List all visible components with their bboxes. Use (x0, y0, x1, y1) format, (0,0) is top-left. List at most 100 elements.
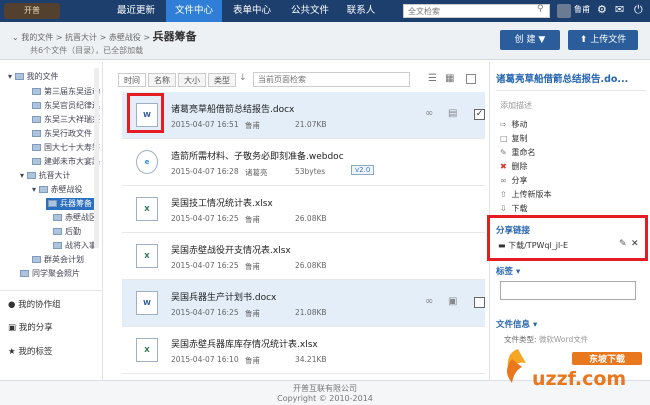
nav-my-share[interactable]: ▣ 我的分享 (8, 321, 53, 333)
tree-item[interactable]: ▾ 赤壁战役 (32, 184, 83, 196)
file-name[interactable]: 吴国兵器生产计划书.docx (171, 290, 276, 303)
tree-item[interactable]: 第三届东吴运动 (32, 86, 100, 98)
tree-item[interactable]: ▾ 抗晋大计 (20, 170, 71, 182)
select-all-checkbox[interactable] (466, 74, 476, 84)
detail-file-title: 诸葛亮草船借箭总结报告.do... (496, 74, 629, 85)
page-title: 兵器筹备 (152, 30, 197, 43)
folder-icon (32, 130, 41, 137)
action-move[interactable]: ⇨ 移动 (500, 119, 528, 130)
tree-item-selected[interactable]: 兵器筹备 (46, 198, 94, 210)
tree-item[interactable]: 群英会计划 (32, 254, 84, 266)
mail-icon[interactable]: ✉ (615, 3, 624, 16)
excel-file-icon: X (136, 338, 158, 362)
tree-item[interactable]: 战将入事 (53, 240, 97, 252)
folder-icon (48, 200, 57, 207)
breadcrumb-bar: ⌄ 我的文件 > 抗晋大计 > 赤壁战役 > 兵器筹备 共6个文件（目录），已全… (0, 22, 650, 60)
nav-form-center[interactable]: 表单中心 (224, 0, 280, 22)
nav-file-center[interactable]: 文件中心 (166, 0, 222, 22)
folder-icon (38, 186, 48, 193)
nav-public-files[interactable]: 公共文件 (282, 0, 338, 22)
nav-my-tags[interactable]: ★ 我的标签 (8, 345, 52, 357)
file-info-heading[interactable]: 文件信息 ▾ (496, 318, 537, 330)
file-name[interactable]: 诸葛亮草船借箭总结报告.docx (171, 102, 294, 115)
folder-tree: ▾ 我的文件 第三届东吴运动 东吴官员纪律巡 东吴三大祥瑞兴 东吴行政文件 国大… (0, 62, 103, 380)
nav-collab-group[interactable]: ● 我的协作组 (8, 298, 61, 310)
folder-icon (32, 158, 41, 165)
comment-icon[interactable]: ▣ (448, 296, 457, 307)
tab-sort-name[interactable]: 名称 (148, 73, 176, 87)
file-row[interactable]: X 吴国赤壁兵器库库存情况统计表.xlsx 2015-04-07 16:10 鲁… (122, 327, 485, 374)
tree-item[interactable]: 赤壁战区 (53, 212, 97, 224)
tab-sort-size[interactable]: 大小 (178, 73, 206, 87)
history-icon[interactable]: ▤ (448, 108, 457, 119)
chevron-down-icon[interactable]: ⌄ (12, 33, 19, 42)
file-size: 53bytes (295, 167, 326, 176)
gear-icon[interactable]: ⚙ (597, 3, 607, 16)
file-name[interactable]: 吴国赤壁兵器库库存情况统计表.xlsx (171, 337, 318, 350)
global-search-input[interactable] (403, 4, 550, 18)
tree-item[interactable]: 同学聚会照片 (20, 268, 80, 280)
tree-item[interactable]: 东吴官员纪律巡 (32, 100, 100, 112)
row-checkbox[interactable]: ✓ (474, 109, 485, 120)
tree-item[interactable]: 东吴行政文件 (32, 128, 92, 140)
file-row[interactable]: W 吴国兵器生产计划书.docx 2015-04-07 16:25 鲁甫 21.… (122, 280, 485, 327)
tree-item[interactable]: 国大七十大寿筹 (32, 142, 100, 154)
file-row[interactable]: X 吴国赤壁战役开支情况表.xlsx 2015-04-07 16:25 鲁甫 2… (122, 233, 485, 280)
grid-view-icon[interactable]: ▦ (445, 73, 454, 84)
tree-item[interactable]: 后勤 (53, 226, 81, 238)
list-view-icon[interactable]: ☰ (428, 73, 437, 84)
file-size: 21.07KB (295, 120, 327, 129)
file-name[interactable]: 吴国赤壁战役开支情况表.xlsx (171, 243, 291, 256)
file-size: 21.08KB (295, 308, 327, 317)
action-rename[interactable]: ✎ 重命名 (500, 147, 536, 158)
action-upload-version[interactable]: ⇧ 上传新版本 (500, 189, 552, 200)
share-icon: ∞ (500, 176, 507, 185)
file-row[interactable]: W 诸葛亮草船借箭总结报告.docx 2015-04-07 16:51 鲁甫 2… (122, 92, 485, 139)
folder-icon (32, 116, 41, 123)
tab-sort-type[interactable]: 类型 (208, 73, 236, 87)
copyright: Copyright © 2010-2014 (277, 394, 373, 403)
page-search-input[interactable] (253, 72, 410, 87)
file-name[interactable]: 吴国技工情况统计表.xlsx (171, 196, 273, 209)
breadcrumb-item[interactable]: 我的文件 (21, 33, 53, 42)
action-download[interactable]: ⇩ 下载 (500, 203, 528, 214)
row-checkbox[interactable] (474, 297, 485, 308)
avatar[interactable] (557, 4, 571, 18)
copy-icon: □ (500, 134, 508, 143)
create-button[interactable]: 创 建 ▼ (500, 30, 560, 50)
caret-down-icon: ▼ (538, 35, 546, 45)
file-size: 34.21KB (295, 355, 327, 364)
tree-item-my-files[interactable]: ▾ 我的文件 (8, 71, 59, 83)
watermark-text-2: uzzf.com (532, 368, 626, 389)
file-date: 2015-04-07 16:25 (171, 308, 239, 317)
sort-arrow-icon[interactable]: ↓ (239, 73, 247, 83)
nav-recent[interactable]: 最近更新 (108, 0, 164, 22)
user-name[interactable]: 鲁甫 (574, 4, 590, 15)
upload-icon: ⇧ (500, 190, 507, 199)
search-icon[interactable]: ⚲ (537, 4, 544, 14)
tags-heading[interactable]: 标签 ▾ (496, 265, 520, 277)
power-icon[interactable]: ⏻ (634, 3, 643, 17)
action-copy[interactable]: □ 复制 (500, 133, 528, 144)
upload-button[interactable]: ⬆ 上传文件 (568, 30, 638, 50)
action-share[interactable]: ∞ 分享 (500, 175, 528, 186)
file-date: 2015-04-07 16:28 (171, 167, 239, 176)
nav-contacts[interactable]: 联系人 (338, 0, 384, 22)
tree-item[interactable]: 东吴三大祥瑞兴 (32, 114, 100, 126)
link-icon[interactable]: ∞ (425, 296, 433, 307)
file-row[interactable]: e 造箭所需材料、子敬务必即刻准备.webdoc 2015-04-07 16:2… (122, 139, 485, 186)
file-owner: 鲁甫 (245, 262, 260, 271)
breadcrumb-item[interactable]: 抗晋大计 (65, 33, 97, 42)
folder-icon (32, 102, 41, 109)
tag-input[interactable] (500, 281, 636, 300)
scrollbar[interactable] (94, 68, 99, 248)
add-description-link[interactable]: 添加描述 (500, 100, 532, 111)
action-delete[interactable]: ✖ 删除 (500, 161, 528, 172)
tree-item[interactable]: 建邺未市大宴路 (32, 156, 100, 168)
breadcrumb-item[interactable]: 赤壁战役 (109, 33, 141, 42)
link-icon[interactable]: ∞ (425, 108, 433, 119)
excel-file-icon: X (136, 244, 158, 268)
tab-sort-time[interactable]: 时间 (118, 73, 146, 87)
file-row[interactable]: X 吴国技工情况统计表.xlsx 2015-04-07 16:25 鲁甫 26.… (122, 186, 485, 233)
file-name[interactable]: 造箭所需材料、子敬务必即刻准备.webdoc (171, 149, 344, 162)
